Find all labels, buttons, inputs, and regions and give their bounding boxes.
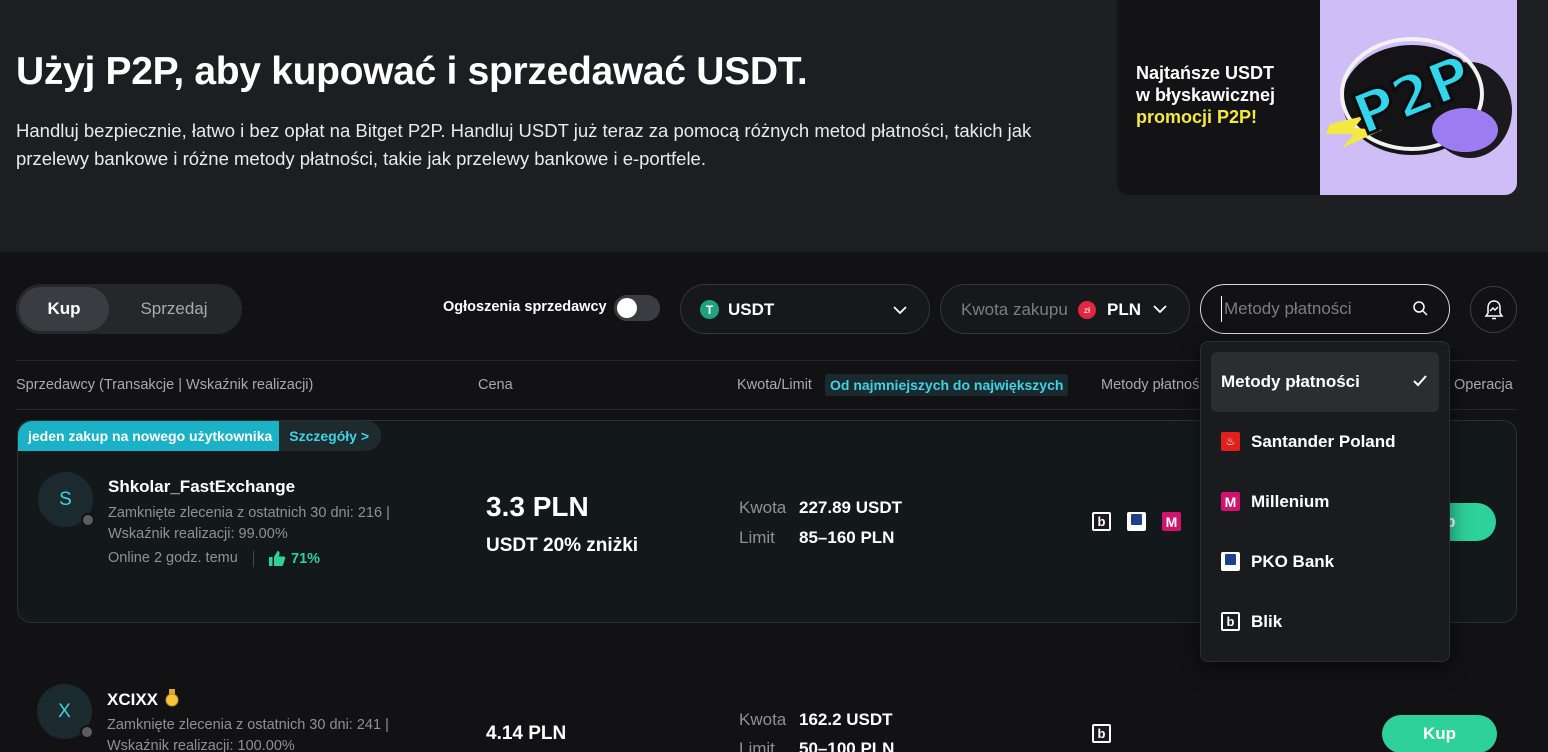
- price-alert-button[interactable]: [1470, 286, 1517, 333]
- promo-banner[interactable]: Najtańsze USDT w błyskawicznej promocji …: [1117, 0, 1517, 195]
- blik-icon: b: [1221, 612, 1240, 631]
- ad-discount: USDT 20% zniżki: [486, 535, 639, 556]
- banner-line-2: w błyskawicznej: [1136, 85, 1276, 105]
- payment-option-pko-bank[interactable]: PKO Bank: [1211, 532, 1439, 592]
- limit-value: 85–160 PLN: [799, 528, 895, 547]
- option-label: Blik: [1251, 612, 1283, 631]
- col-header-payment: Metody płatnoś: [1101, 377, 1200, 393]
- payment-option-all[interactable]: Metody płatności: [1211, 352, 1439, 412]
- seller-completion-rate: Wskaźnik realizacji: 100.00%: [107, 738, 295, 752]
- millenium-icon: M: [1221, 492, 1240, 511]
- toggle-knob: [617, 298, 637, 318]
- col-header-amount: Kwota/Limit: [737, 377, 812, 393]
- tab-sell[interactable]: Sprzedaj: [114, 287, 234, 331]
- checkmark-icon: [1413, 375, 1427, 387]
- payment-method-search[interactable]: [1200, 284, 1450, 334]
- banner-p2p-illustration: P2P: [1320, 0, 1517, 195]
- millenium-icon: M: [1162, 512, 1181, 531]
- currency-label[interactable]: PLN: [1107, 300, 1141, 320]
- ad-price: 4.14 PLN: [486, 723, 567, 744]
- tab-buy[interactable]: Kup: [19, 287, 109, 331]
- banner-line-3: promocji P2P!: [1136, 107, 1258, 127]
- trade-side-tabs: Kup Sprzedaj: [16, 284, 242, 334]
- pko-bank-icon: [1221, 552, 1240, 571]
- payment-method-dropdown: Metody płatności ♨ Santander Poland M Mi…: [1200, 341, 1450, 662]
- coin-label: USDT: [728, 300, 775, 319]
- limit-label: Limit: [739, 528, 775, 547]
- tether-icon: T: [700, 300, 719, 319]
- col-header-action: Operacja: [1454, 377, 1513, 393]
- seller-ads-toggle[interactable]: [614, 295, 660, 321]
- option-label: PKO Bank: [1251, 552, 1335, 571]
- option-label: Millenium: [1251, 492, 1330, 511]
- chevron-down-icon[interactable]: [1152, 304, 1168, 314]
- payment-option-millenium[interactable]: M Millenium: [1211, 472, 1439, 532]
- chevron-down-icon: [893, 306, 907, 315]
- banner-line-1: Najtańsze USDT: [1136, 63, 1275, 83]
- seller-name[interactable]: Shkolar_FastExchange: [108, 477, 295, 497]
- search-icon: [1413, 301, 1428, 316]
- blik-icon: b: [1092, 724, 1111, 743]
- amount-label: Kwota: [739, 710, 787, 729]
- hero-section: Użyj P2P, aby kupować i sprzedawać USDT.…: [0, 0, 1548, 252]
- seller-last-online: Online 2 godz. temu: [108, 550, 238, 566]
- pko-bank-icon: [1127, 512, 1146, 531]
- payment-method-input[interactable]: [1221, 296, 1401, 322]
- avatar[interactable]: X: [37, 684, 94, 739]
- limit-label: Limit: [739, 739, 775, 752]
- alert-bell-chart-icon: [1484, 300, 1504, 320]
- avatar-initial: X: [58, 700, 71, 722]
- option-label: Metody płatności: [1221, 372, 1360, 391]
- coin-select[interactable]: T USDT: [680, 284, 930, 334]
- divider: [253, 551, 254, 567]
- banner-text: Najtańsze USDT w błyskawicznej promocji …: [1136, 62, 1275, 128]
- promo-details-link[interactable]: Szczegóły >: [279, 421, 382, 451]
- new-user-promo-tag: jeden zakup na nowego użytkownika Szczeg…: [18, 421, 382, 451]
- buy-button[interactable]: Kup: [1382, 715, 1497, 752]
- offline-status-dot: [80, 725, 94, 739]
- amount-placeholder: Kwota zakupu: [961, 300, 1068, 319]
- col-header-seller: Sprzedawcy (Transakcje | Wskaźnik realiz…: [16, 377, 314, 393]
- option-label: Santander Poland: [1251, 432, 1396, 451]
- seller-orders-30d: Zamknięte zlecenia z ostatnich 30 dni: 2…: [108, 505, 390, 521]
- avatar[interactable]: S: [38, 472, 95, 527]
- page-description: Handluj bezpiecznie, łatwo i bez opłat n…: [16, 120, 1032, 169]
- payment-option-santander[interactable]: ♨ Santander Poland: [1211, 412, 1439, 472]
- seller-completion-rate: Wskaźnik realizacji: 99.00%: [108, 526, 288, 542]
- payment-option-blik[interactable]: b Blik: [1211, 592, 1439, 652]
- purchase-amount-input[interactable]: Kwota zakupu zł PLN: [940, 284, 1190, 334]
- p2p-logo-icon: P2P: [1326, 37, 1512, 158]
- limit-value: 50–100 PLN: [799, 739, 895, 752]
- seller-name[interactable]: XCIXX: [107, 690, 158, 710]
- avatar-initial: S: [59, 488, 72, 510]
- promo-tag-label: jeden zakup na nowego użytkownika: [18, 421, 280, 451]
- offline-status-dot: [81, 513, 95, 527]
- thumbs-up-icon: [269, 551, 286, 566]
- amount-label: Kwota: [739, 498, 787, 517]
- ad-price: 3.3 PLN: [486, 491, 589, 522]
- col-header-price: Cena: [478, 377, 513, 393]
- amount-value: 227.89 USDT: [799, 498, 902, 517]
- santander-icon: ♨: [1221, 432, 1240, 451]
- page-title: Użyj P2P, aby kupować i sprzedawać USDT.: [16, 50, 808, 93]
- seller-orders-30d: Zamknięte zlecenia z ostatnich 30 dni: 2…: [107, 717, 389, 733]
- pln-currency-icon: zł: [1078, 301, 1096, 319]
- positive-rating: 71%: [291, 551, 321, 567]
- blik-icon: b: [1092, 512, 1111, 531]
- amount-value: 162.2 USDT: [799, 710, 893, 729]
- medal-icon: [165, 689, 179, 707]
- seller-ads-label: Ogłoszenia sprzedawcy: [443, 299, 607, 315]
- sort-ascending-button[interactable]: Od najmniejszych do największych: [825, 374, 1069, 396]
